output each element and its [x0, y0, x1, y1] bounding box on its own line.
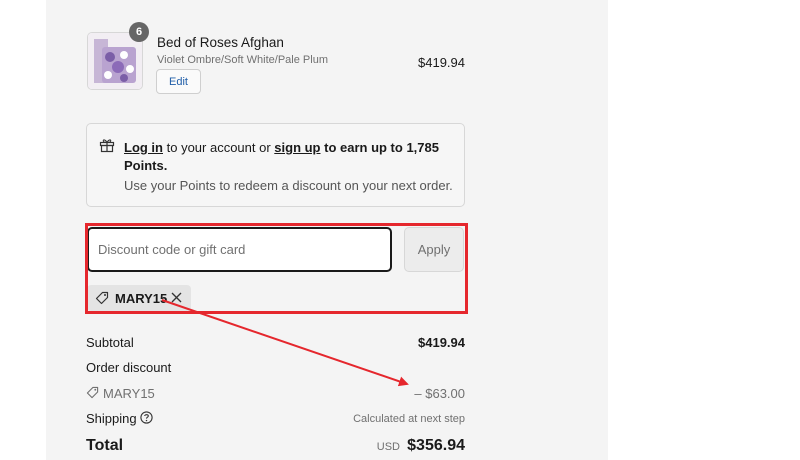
- annotation-highlight-box: [85, 223, 468, 314]
- points-word: Points.: [124, 158, 168, 173]
- product-name: Bed of Roses Afghan: [157, 35, 284, 50]
- product-variant: Violet Ombre/Soft White/Pale Plum: [157, 54, 328, 66]
- edit-button[interactable]: Edit: [156, 69, 201, 94]
- total-label: Total: [86, 437, 124, 454]
- points-text: Log in to your account or sign up to ear…: [124, 140, 439, 155]
- shipping-label: Shipping: [86, 411, 137, 426]
- shipping-value: Calculated at next step: [353, 413, 465, 425]
- points-text-end: to earn up to 1,785: [320, 140, 439, 155]
- gift-icon: [99, 139, 115, 153]
- points-subtext: Use your Points to redeem a discount on …: [124, 178, 453, 193]
- discount-code-label: MARY15: [103, 386, 155, 401]
- help-icon[interactable]: [140, 411, 153, 424]
- tag-icon: [86, 386, 99, 399]
- order-discount-label: Order discount: [86, 360, 172, 375]
- currency-code: USD: [376, 441, 400, 453]
- subtotal-value: $419.94: [418, 335, 465, 350]
- discount-value: – $63.00: [414, 386, 465, 401]
- total-value: $356.94: [407, 437, 465, 454]
- login-link[interactable]: Log in: [124, 140, 163, 155]
- signup-link[interactable]: sign up: [274, 140, 320, 155]
- quantity-badge: 6: [129, 22, 149, 42]
- subtotal-label: Subtotal: [86, 335, 134, 350]
- product-price: $419.94: [418, 55, 465, 70]
- points-text-mid: to your account or: [163, 140, 275, 155]
